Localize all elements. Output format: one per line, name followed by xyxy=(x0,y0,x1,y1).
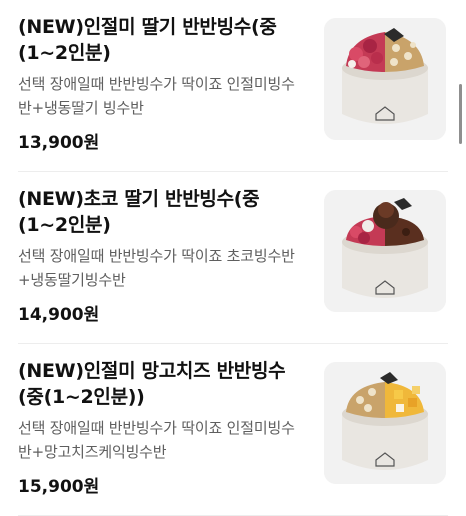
menu-item[interactable]: (NEW)인절미 망고치즈 반반빙수(중(1~2인분)) 선택 장애일때 반반빙… xyxy=(0,344,466,516)
menu-item-text: (NEW)초코 딸기 반반빙수(중(1~2인분) 선택 장애일때 반반빙수가 딱… xyxy=(18,186,303,325)
strawberry-injeolmi-bingsu-image xyxy=(324,18,446,140)
menu-item-title: (NEW)초코 딸기 반반빙수(중(1~2인분) xyxy=(18,188,260,236)
menu-item-text: (NEW)인절미 딸기 반반빙수(중(1~2인분) 선택 장애일때 반반빙수가 … xyxy=(18,14,303,153)
menu-item-description: 선택 장애일때 반반빙수가 딱이죠 초코빙수반+냉동딸기빙수반 xyxy=(18,247,295,289)
menu-item[interactable]: (NEW)인절미 딸기 반반빙수(중(1~2인분) 선택 장애일때 반반빙수가 … xyxy=(0,0,466,172)
menu-item-price: 13,900원 xyxy=(18,133,100,153)
menu-item-title: (NEW)인절미 딸기 반반빙수(중(1~2인분) xyxy=(18,16,277,64)
menu-item[interactable]: (NEW)초코 딸기 반반빙수(중(1~2인분) 선택 장애일때 반반빙수가 딱… xyxy=(0,172,466,344)
menu-item-image[interactable] xyxy=(324,18,446,140)
menu-item-image[interactable] xyxy=(324,190,446,312)
menu-item-description: 선택 장애일때 반반빙수가 딱이죠 인절미빙수반+냉동딸기 빙수반 xyxy=(18,75,295,117)
menu-item-image[interactable] xyxy=(324,362,446,484)
menu-item-price: 14,900원 xyxy=(18,305,100,325)
scrollbar[interactable] xyxy=(459,84,462,144)
chocolate-strawberry-bingsu-image xyxy=(324,190,446,312)
menu-item-text: (NEW)인절미 망고치즈 반반빙수(중(1~2인분)) 선택 장애일때 반반빙… xyxy=(18,358,303,497)
menu-item-title: (NEW)인절미 망고치즈 반반빙수(중(1~2인분)) xyxy=(18,360,286,408)
mango-cheese-injeolmi-bingsu-image xyxy=(324,362,446,484)
menu-item-description: 선택 장애일때 반반빙수가 딱이죠 인절미빙수반+망고치즈케익빙수반 xyxy=(18,419,295,461)
menu-item-price: 15,900원 xyxy=(18,477,100,497)
